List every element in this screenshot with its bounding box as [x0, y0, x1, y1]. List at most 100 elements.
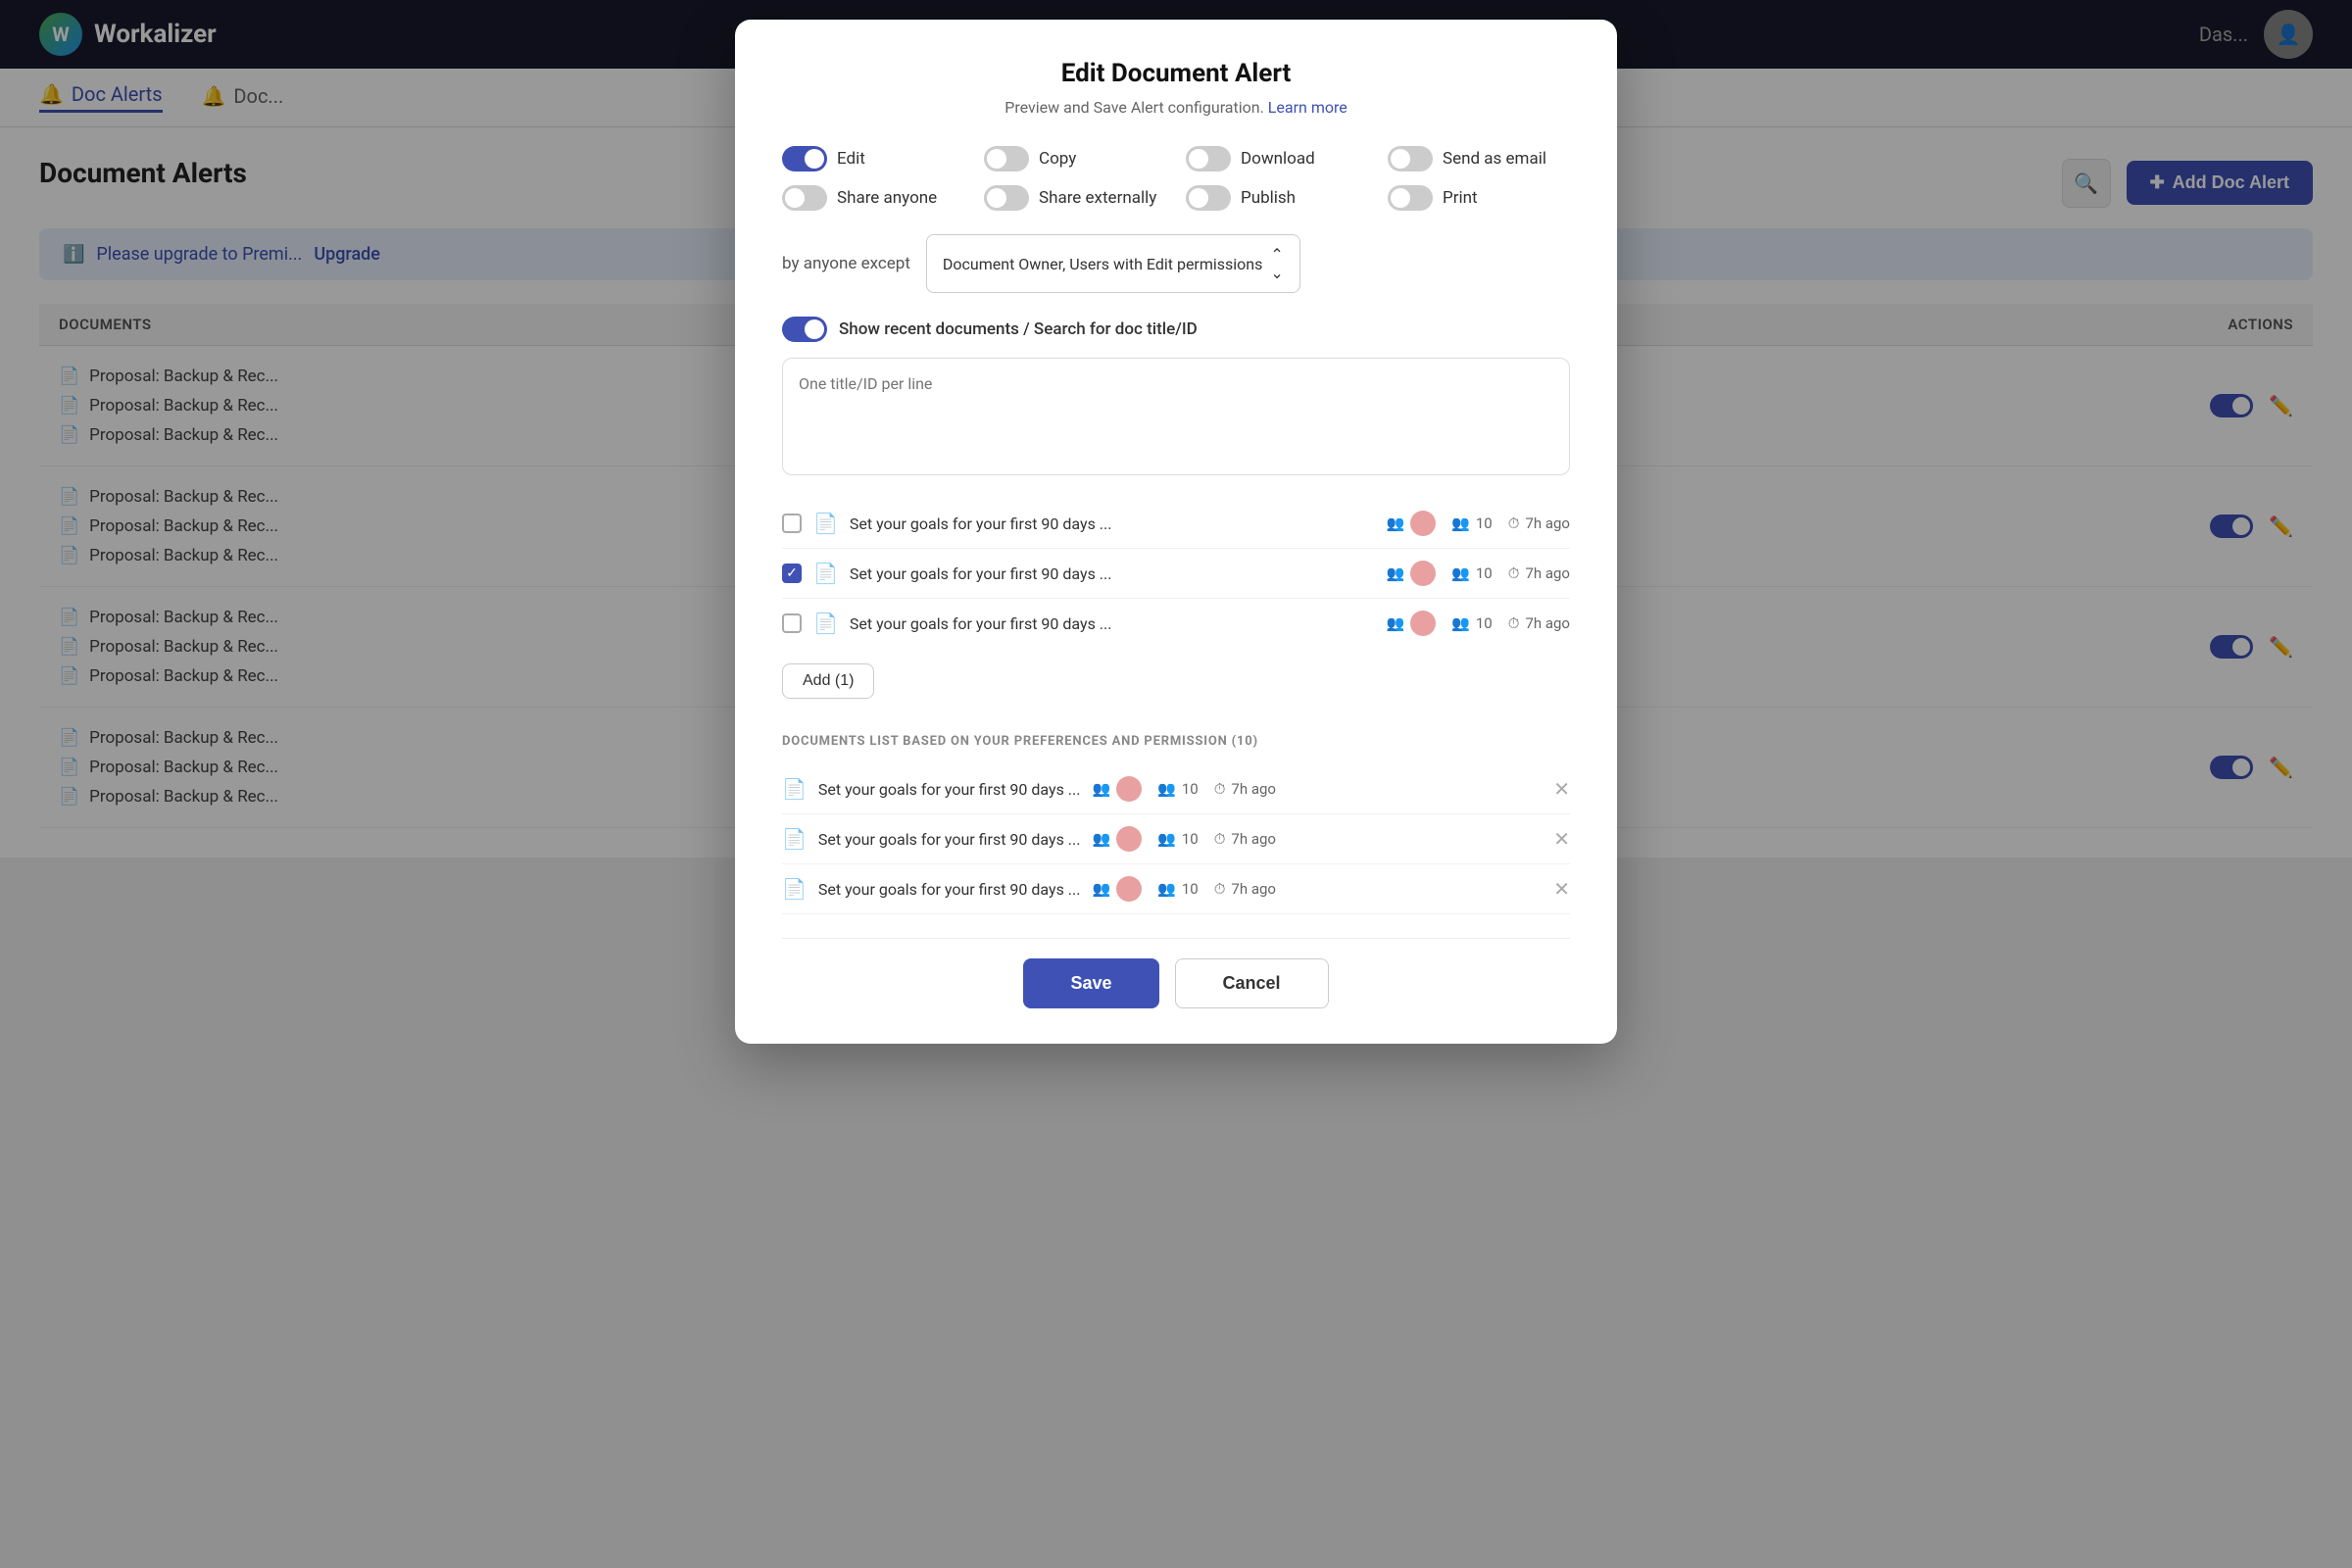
print-label: Print — [1443, 188, 1478, 208]
members-icon: 👥 — [1157, 880, 1176, 898]
clock-icon: ⏱ — [1214, 830, 1226, 848]
selected-doc-2: 📄 Set your goals for your first 90 days … — [782, 814, 1570, 864]
doc-list-item-3: 📄 Set your goals for your first 90 days … — [782, 599, 1570, 648]
modal-title: Edit Document Alert — [782, 59, 1570, 88]
publish-label: Publish — [1241, 188, 1296, 208]
sel-avatar-3 — [1116, 876, 1142, 902]
doc-title-3: Set your goals for your first 90 days ..… — [850, 614, 1375, 633]
share-anyone-toggle[interactable] — [782, 185, 827, 211]
remove-doc-2[interactable]: ✕ — [1553, 827, 1570, 851]
members-icon: 👥 — [1451, 564, 1470, 582]
download-toggle[interactable] — [1186, 146, 1231, 172]
cancel-button[interactable]: Cancel — [1175, 958, 1329, 1008]
doc-file-icon: 📄 — [782, 777, 807, 801]
share-externally-label: Share externally — [1039, 188, 1156, 208]
members-count-2: 10 — [1476, 564, 1493, 582]
action-print: Print — [1388, 185, 1570, 211]
selected-doc-1: 📄 Set your goals for your first 90 days … — [782, 764, 1570, 814]
people-icon: 👥 — [1386, 614, 1404, 632]
doc-meta-1: 👥 👥 10 ⏱ 7h ago — [1386, 511, 1570, 536]
selected-doc-meta-1: 👥 👥 10 ⏱ 7h ago — [1092, 776, 1276, 802]
selected-doc-meta-3: 👥 👥 10 ⏱ 7h ago — [1092, 876, 1276, 902]
sel-doc-owner-3: 👥 — [1092, 876, 1142, 902]
members-icon: 👥 — [1157, 780, 1176, 798]
members-icon: 👥 — [1451, 614, 1470, 632]
share-externally-toggle[interactable] — [984, 185, 1029, 211]
sel-avatar-2 — [1116, 826, 1142, 852]
remove-doc-3[interactable]: ✕ — [1553, 877, 1570, 901]
doc-title-1: Set your goals for your first 90 days ..… — [850, 514, 1375, 533]
download-label: Download — [1241, 149, 1315, 169]
show-recent-row: Show recent documents / Search for doc t… — [782, 317, 1570, 342]
time-value-3: 7h ago — [1525, 614, 1570, 632]
publish-toggle[interactable] — [1186, 185, 1231, 211]
selected-doc-3: 📄 Set your goals for your first 90 days … — [782, 864, 1570, 914]
members-count-1: 10 — [1476, 514, 1493, 532]
add-selected-button[interactable]: Add (1) — [782, 663, 874, 699]
copy-toggle[interactable] — [984, 146, 1029, 172]
send-email-label: Send as email — [1443, 149, 1546, 169]
doc-file-icon: 📄 — [782, 877, 807, 901]
selected-doc-title-3: Set your goals for your first 90 days ..… — [818, 880, 1081, 899]
sel-doc-time-3: ⏱ 7h ago — [1214, 880, 1276, 898]
doc-search-textarea[interactable] — [782, 358, 1570, 475]
selected-doc-title-2: Set your goals for your first 90 days ..… — [818, 830, 1081, 849]
clock-icon: ⏱ — [1214, 780, 1226, 798]
remove-doc-1[interactable]: ✕ — [1553, 777, 1570, 801]
action-copy: Copy — [984, 146, 1166, 172]
by-anyone-label: by anyone except — [782, 254, 910, 273]
clock-icon: ⏱ — [1214, 880, 1226, 898]
doc-file-icon: 📄 — [813, 562, 838, 585]
clock-icon: ⏱ — [1508, 514, 1520, 532]
learn-more-link[interactable]: Learn more — [1268, 98, 1348, 117]
doc-owner-2: 👥 — [1386, 561, 1436, 586]
doc-owner-3: 👥 — [1386, 611, 1436, 636]
action-share-externally: Share externally — [984, 185, 1166, 211]
print-toggle[interactable] — [1388, 185, 1433, 211]
action-share-anyone: Share anyone — [782, 185, 964, 211]
modal-footer: Save Cancel — [782, 938, 1570, 1008]
selected-doc-title-1: Set your goals for your first 90 days ..… — [818, 780, 1081, 799]
save-button[interactable]: Save — [1023, 958, 1158, 1008]
selected-docs-section-label: DOCUMENTS LIST BASED ON YOUR PREFERENCES… — [782, 734, 1570, 749]
doc-time-3: ⏱ 7h ago — [1508, 614, 1570, 632]
avatar-3 — [1410, 611, 1436, 636]
action-publish: Publish — [1186, 185, 1368, 211]
modal-overlay[interactable]: Edit Document Alert Preview and Save Ale… — [0, 0, 2352, 1568]
doc-time-1: ⏱ 7h ago — [1508, 514, 1570, 532]
clock-icon: ⏱ — [1508, 614, 1520, 632]
edit-toggle[interactable] — [782, 146, 827, 172]
doc-checkbox-3[interactable] — [782, 613, 802, 633]
send-email-toggle[interactable] — [1388, 146, 1433, 172]
doc-checkbox-2[interactable]: ✓ — [782, 564, 802, 583]
action-edit: Edit — [782, 146, 964, 172]
permissions-value: Document Owner, Users with Edit permissi… — [943, 255, 1263, 273]
modal-dialog: Edit Document Alert Preview and Save Ale… — [735, 20, 1617, 1044]
doc-selection-list: 📄 Set your goals for your first 90 days … — [782, 499, 1570, 648]
permissions-dropdown[interactable]: Document Owner, Users with Edit permissi… — [926, 234, 1300, 293]
doc-members-1: 👥 10 — [1451, 514, 1493, 532]
copy-label: Copy — [1039, 149, 1076, 169]
doc-file-icon: 📄 — [813, 512, 838, 535]
doc-file-icon: 📄 — [782, 827, 807, 851]
doc-members-2: 👥 10 — [1451, 564, 1493, 582]
sel-avatar-1 — [1116, 776, 1142, 802]
doc-list-item-2: ✓ 📄 Set your goals for your first 90 day… — [782, 549, 1570, 599]
show-recent-toggle[interactable] — [782, 317, 827, 342]
sel-doc-owner-1: 👥 — [1092, 776, 1142, 802]
sel-doc-members-2: 👥 10 — [1157, 830, 1199, 848]
show-recent-label: Show recent documents / Search for doc t… — [839, 319, 1198, 339]
doc-owner-1: 👥 — [1386, 511, 1436, 536]
doc-meta-2: 👥 👥 10 ⏱ 7h ago — [1386, 561, 1570, 586]
people-icon: 👥 — [1386, 514, 1404, 532]
actions-row-1: Edit Copy Download Send as email — [782, 146, 1570, 172]
doc-checkbox-1[interactable] — [782, 514, 802, 533]
time-value-1: 7h ago — [1525, 514, 1570, 532]
members-icon: 👥 — [1157, 830, 1176, 848]
doc-list-item-1: 📄 Set your goals for your first 90 days … — [782, 499, 1570, 549]
people-icon: 👥 — [1092, 830, 1110, 848]
sel-doc-members-3: 👥 10 — [1157, 880, 1199, 898]
sel-doc-members-1: 👥 10 — [1157, 780, 1199, 798]
people-icon: 👥 — [1386, 564, 1404, 582]
modal-subtitle: Preview and Save Alert configuration. Le… — [782, 98, 1570, 117]
